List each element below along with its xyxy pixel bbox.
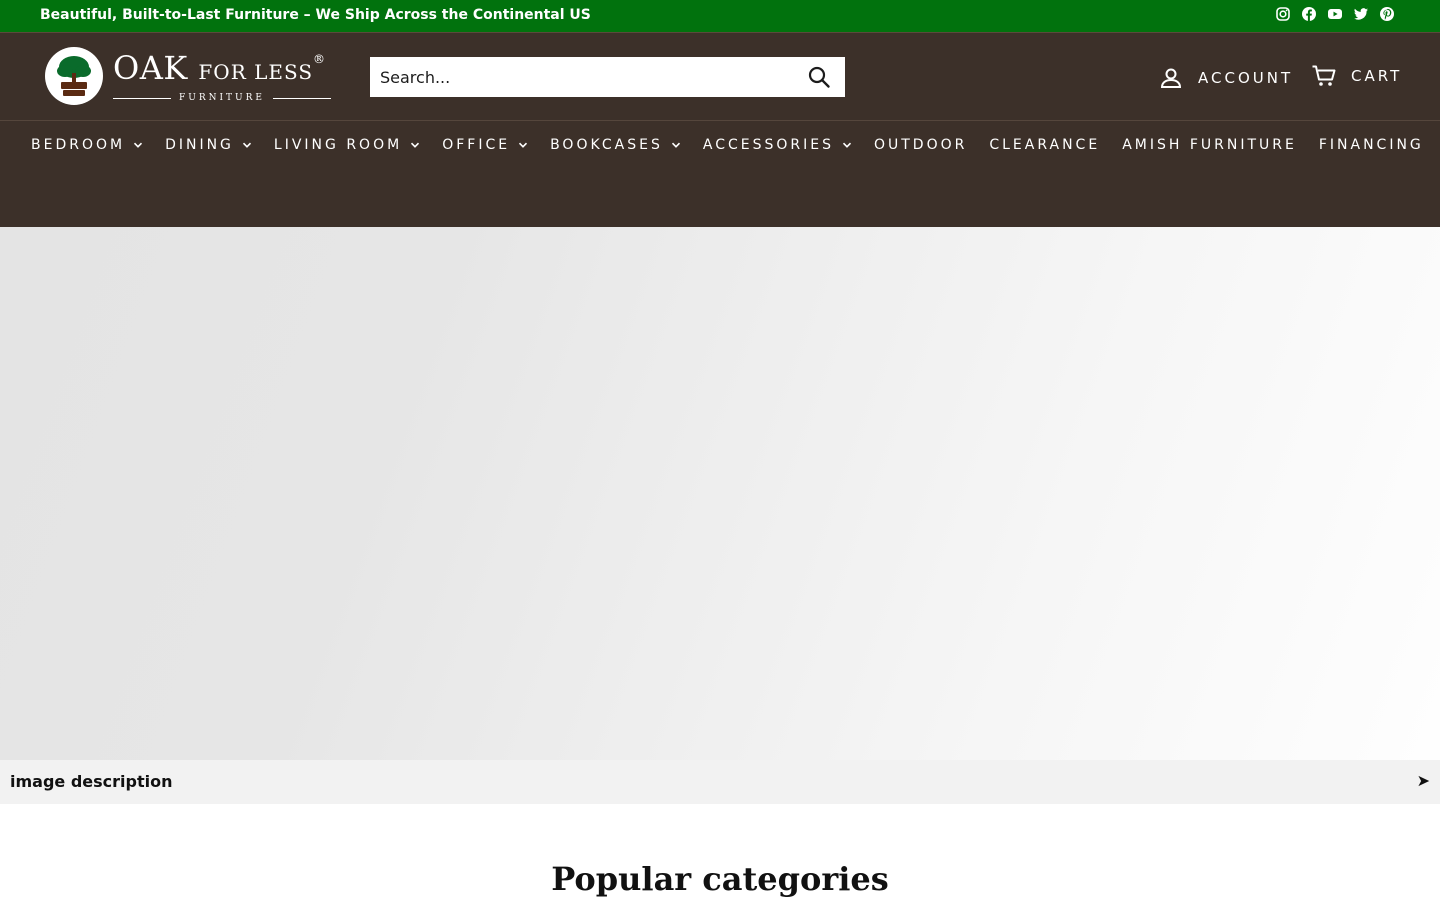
nav-item-accessories[interactable]: ACCESSORIES (703, 137, 852, 153)
logo-divider-left (113, 97, 172, 99)
user-icon (1160, 68, 1182, 88)
search-icon (808, 66, 830, 88)
chevron-down-icon (411, 142, 420, 148)
nav-item-label: OUTDOOR (873, 137, 968, 153)
youtube-icon[interactable] (1327, 6, 1343, 22)
account-label: ACCOUNT (1198, 69, 1294, 87)
image-description-bar[interactable]: image description ➤ (0, 760, 1440, 804)
main-navigation: BEDROOM DINING LIVING ROOM OFFICE BOOKCASES A… (0, 121, 1440, 227)
logo-subtitle-text: FURNITURE (179, 93, 265, 103)
pinterest-icon[interactable] (1379, 6, 1395, 22)
logo-subtitle: FURNITURE (113, 91, 332, 105)
search-form (370, 57, 845, 97)
logo-wordmark: OAK FOR LESS® (113, 51, 326, 89)
nav-item-label: FINANCING (1318, 137, 1424, 153)
cart-link[interactable]: CART (1311, 63, 1402, 89)
announcement-text: Beautiful, Built-to-Last Furniture – We … (40, 7, 591, 23)
nav-item-living-room[interactable]: LIVING ROOM (274, 137, 420, 153)
nav-item-bookcases[interactable]: BOOKCASES (550, 137, 681, 153)
site-logo[interactable]: OAK FOR LESS® FURNITURE (45, 47, 335, 105)
nav-item-label: CLEARANCE (989, 137, 1101, 153)
social-links (1275, 6, 1395, 22)
nav-list: BEDROOM DINING LIVING ROOM OFFICE BOOKCASES A… (31, 137, 1424, 153)
site-header: OAK FOR LESS® FURNITURE ACCOUNT CART (0, 33, 1440, 121)
oak-tree-logo-icon (45, 47, 103, 105)
logo-divider-right (273, 97, 332, 99)
chevron-down-icon (134, 142, 143, 148)
nav-item-dining[interactable]: DINING (165, 137, 252, 153)
logo-name-main: OAK (113, 49, 188, 87)
hero-image (0, 227, 1440, 760)
cart-icon (1312, 65, 1336, 86)
nav-item-label: OFFICE (442, 137, 511, 153)
twitter-icon[interactable] (1353, 6, 1369, 22)
announcement-bar: Beautiful, Built-to-Last Furniture – We … (0, 0, 1440, 33)
nav-item-bedroom[interactable]: BEDROOM (31, 137, 143, 153)
nav-item-label: AMISH FURNITURE (1122, 137, 1297, 153)
nav-item-label: DINING (165, 137, 234, 153)
nav-item-clearance[interactable]: CLEARANCE (989, 137, 1100, 153)
image-description-label: image description (10, 772, 173, 791)
popular-categories-title: Popular categories (551, 860, 889, 898)
nav-item-outdoor[interactable]: OUTDOOR (874, 137, 967, 153)
facebook-icon[interactable] (1301, 6, 1317, 22)
chevron-down-icon (518, 142, 528, 148)
logo-name-small: FOR LESS (198, 60, 314, 84)
chevron-down-icon (671, 142, 680, 148)
nav-item-office[interactable]: OFFICE (442, 137, 528, 153)
nav-item-financing[interactable]: FINANCING (1319, 137, 1424, 153)
search-input[interactable] (370, 57, 790, 97)
nav-item-label: BOOKCASES (550, 137, 663, 153)
nav-item-amish-furniture[interactable]: AMISH FURNITURE (1122, 137, 1297, 153)
chevron-down-icon (842, 142, 852, 148)
nav-item-label: LIVING ROOM (273, 137, 403, 153)
registered-mark: ® (313, 52, 326, 66)
chevron-down-icon (242, 142, 251, 148)
arrow-right-icon[interactable]: ➤ (1417, 771, 1430, 790)
cart-label: CART (1351, 67, 1403, 85)
search-button[interactable] (807, 65, 831, 89)
nav-item-label: BEDROOM (31, 137, 126, 153)
nav-item-label: ACCESSORIES (702, 137, 834, 153)
account-link[interactable]: ACCOUNT (1158, 65, 1293, 91)
instagram-icon[interactable] (1275, 6, 1291, 22)
